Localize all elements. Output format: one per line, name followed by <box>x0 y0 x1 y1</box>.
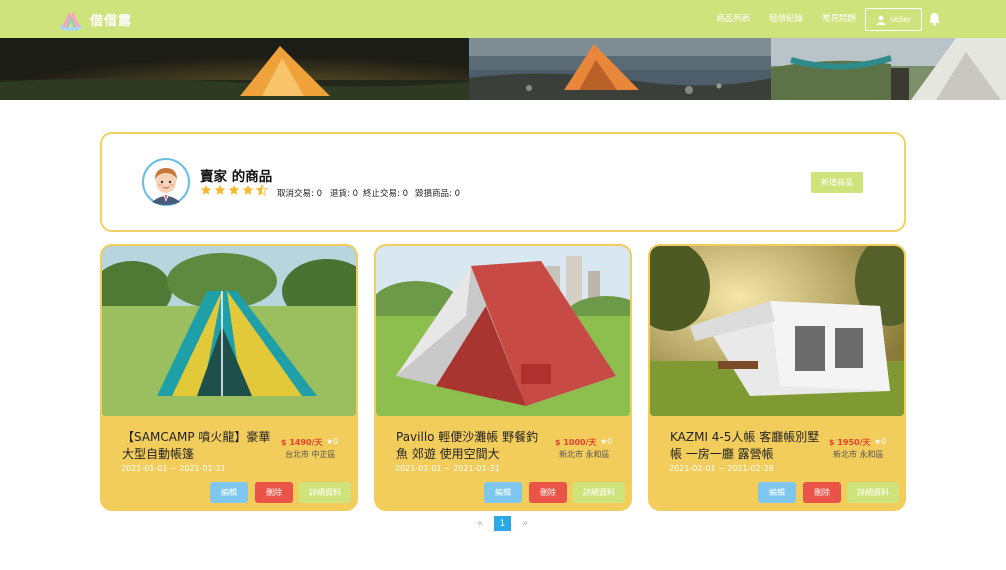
product-image[interactable] <box>650 246 904 416</box>
product-image[interactable] <box>102 246 356 416</box>
stat-return: 退貨: 0 <box>330 189 358 199</box>
product-card: Pavillo 輕便沙灘帳 野餐釣魚 郊遊 使用空間大 $ 1000/天 ★0 … <box>374 244 632 511</box>
bell-icon[interactable] <box>928 12 941 26</box>
product-dates: 2021-01-01 ~ 2021-01-31 <box>121 464 226 473</box>
product-title[interactable]: Pavillo 輕便沙灘帳 野餐釣魚 郊遊 使用空間大 <box>396 429 546 463</box>
hero-image-lake-tent <box>469 38 771 100</box>
product-rating: ★0 <box>874 437 887 446</box>
delete-button[interactable]: 刪除 <box>529 482 567 503</box>
product-dates: 2021-01-01 ~ 2021-01-31 <box>395 464 500 473</box>
hero-banner <box>0 38 1006 100</box>
stat-terminate: 終止交易: 0 <box>363 189 408 199</box>
hero-image-hammock <box>771 38 1006 100</box>
star-half-icon <box>256 184 268 196</box>
product-title[interactable]: KAZMI 4-5人帳 客廳帳別墅帳 一房一廳 露營帳 <box>670 429 820 463</box>
edit-button[interactable]: 編輯 <box>210 482 248 503</box>
hero-image-night-tent <box>0 38 469 100</box>
product-location: 台北市 中正區 <box>285 450 336 459</box>
brand[interactable]: 借借露 <box>58 6 132 32</box>
star-full-icon <box>200 184 212 195</box>
star-full-icon <box>242 184 254 195</box>
detail-button[interactable]: 詳細資料 <box>847 482 899 503</box>
seller-avatar <box>142 158 190 206</box>
stat-damage: 毀損商品: 0 <box>415 189 460 199</box>
pagination-prev[interactable]: « <box>477 518 483 529</box>
pagination-next[interactable]: » <box>522 518 528 529</box>
edit-button[interactable]: 編輯 <box>758 482 796 503</box>
product-price: $ 1000/天 <box>555 438 597 447</box>
detail-button[interactable]: 詳細資料 <box>299 482 351 503</box>
add-product-button[interactable]: 新增商品 <box>811 172 863 193</box>
nav-rental-records[interactable]: 租借紀錄 <box>769 12 803 24</box>
product-rating: ★0 <box>326 437 339 446</box>
product-image[interactable] <box>376 246 630 416</box>
user-name: seller <box>889 15 912 24</box>
product-card: KAZMI 4-5人帳 客廳帳別墅帳 一房一廳 露營帳 $ 1950/天 ★0 … <box>648 244 906 511</box>
navbar: 借借露 商品列表 租借紀錄 常見問題 seller <box>0 0 1006 38</box>
nav-faq[interactable]: 常見問題 <box>822 12 856 24</box>
detail-button[interactable]: 詳細資料 <box>573 482 625 503</box>
star-full-icon <box>214 184 226 195</box>
nav-product-list[interactable]: 商品列表 <box>716 12 750 24</box>
product-dates: 2021-02-01 ~ 2021-02-28 <box>669 464 774 473</box>
delete-button[interactable]: 刪除 <box>803 482 841 503</box>
delete-button[interactable]: 刪除 <box>255 482 293 503</box>
product-price: $ 1950/天 <box>829 438 871 447</box>
user-menu-button[interactable]: seller <box>865 8 922 31</box>
product-title[interactable]: 【SAMCAMP 噴火龍】豪華大型自動帳篷 <box>122 429 272 463</box>
edit-button[interactable]: 編輯 <box>484 482 522 503</box>
user-icon <box>876 15 885 25</box>
product-price: $ 1490/天 <box>281 438 323 447</box>
product-rating: ★0 <box>600 437 613 446</box>
product-location: 新北市 永和區 <box>833 450 884 459</box>
product-location: 新北市 永和區 <box>559 450 610 459</box>
seller-title: 賣家 的商品 <box>200 169 273 185</box>
product-card: 【SAMCAMP 噴火龍】豪華大型自動帳篷 $ 1490/天 ★0 台北市 中正… <box>100 244 358 511</box>
star-full-icon <box>228 184 240 195</box>
pagination-current-page[interactable]: 1 <box>494 516 511 531</box>
brand-name: 借借露 <box>90 13 133 29</box>
seller-rating <box>200 184 268 196</box>
tent-logo-icon <box>60 12 82 31</box>
stat-cancel: 取消交易: 0 <box>277 189 322 199</box>
